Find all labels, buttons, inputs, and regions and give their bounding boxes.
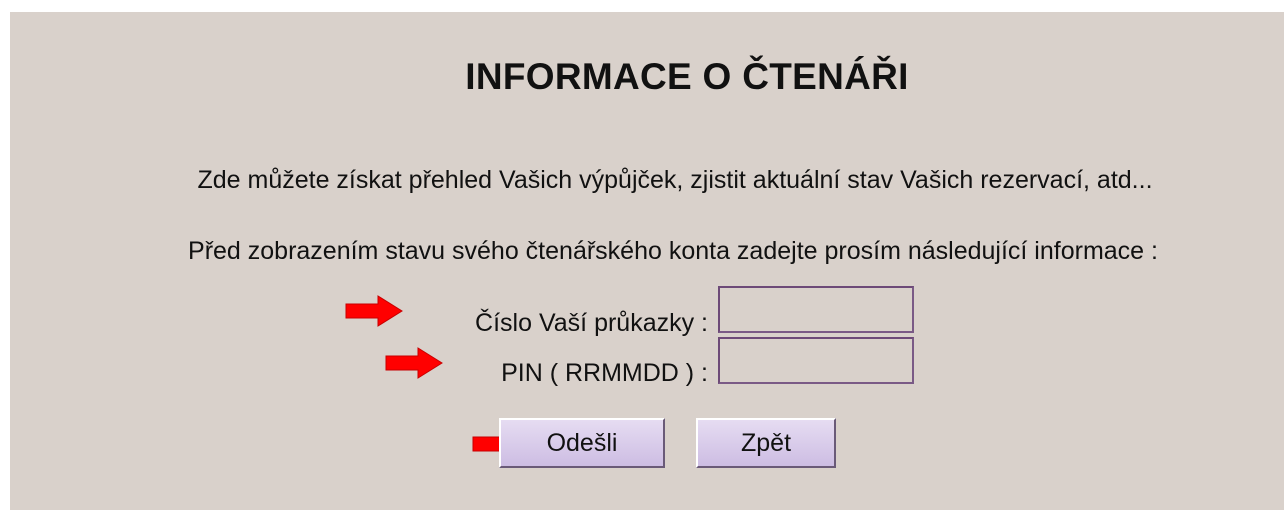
arrow-right-icon <box>344 294 404 328</box>
instruction-text: Před zobrazením stavu svého čtenářského … <box>188 237 1158 265</box>
pin-input[interactable] <box>718 337 914 384</box>
card-number-label: Číslo Vaší průkazky : <box>475 309 708 337</box>
back-button[interactable]: Zpět <box>696 418 836 468</box>
page-title: INFORMACE O ČTENÁŘI <box>465 56 909 97</box>
submit-button[interactable]: Odešli <box>499 418 665 468</box>
card-number-input[interactable] <box>718 286 914 333</box>
arrow-right-icon <box>384 346 444 380</box>
intro-text: Zde můžete získat přehled Vašich výpůjče… <box>197 166 1153 194</box>
pin-label: PIN ( RRMMDD ) : <box>501 359 708 387</box>
reader-info-panel: INFORMACE O ČTENÁŘI Zde můžete získat př… <box>10 12 1284 510</box>
